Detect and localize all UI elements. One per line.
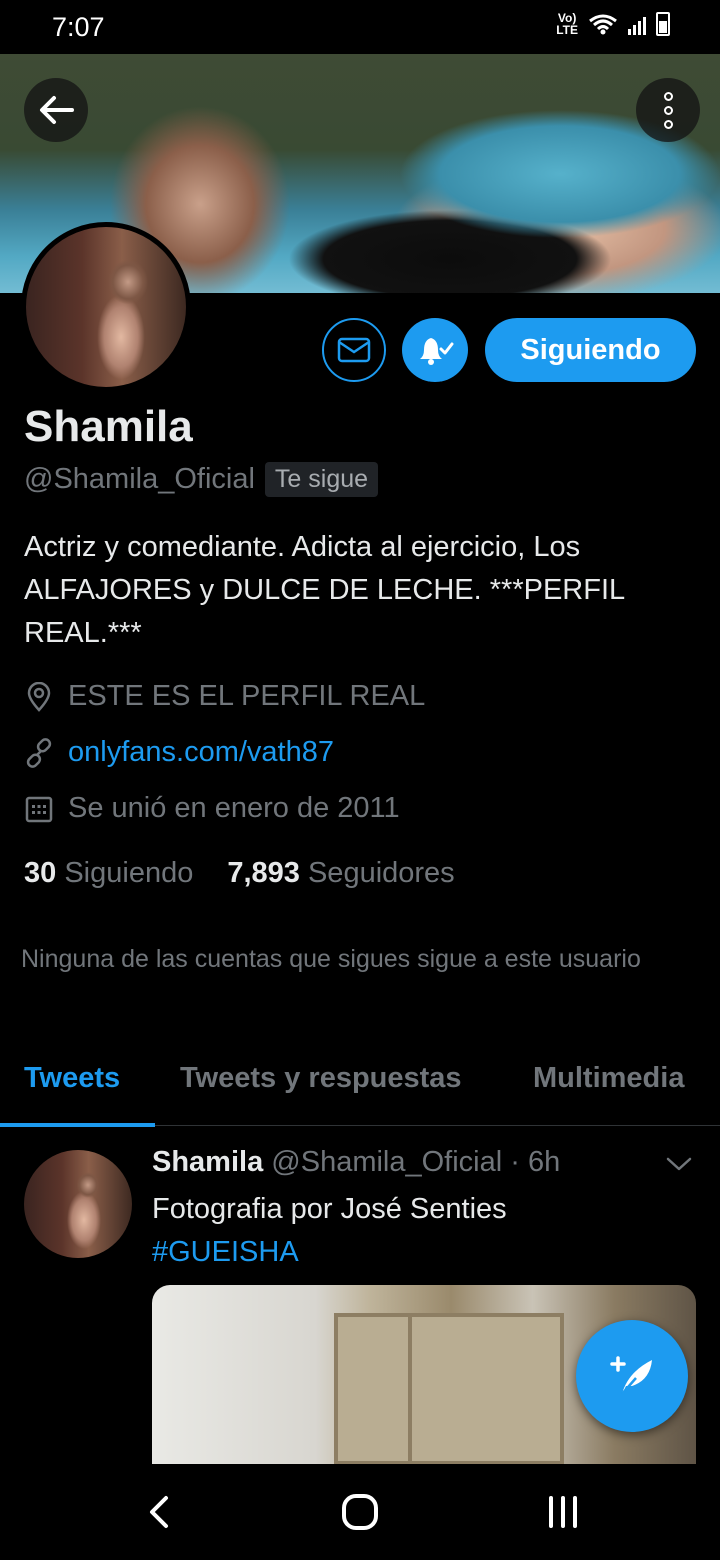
following-count: 30: [24, 857, 57, 889]
tweet-author-name[interactable]: Shamila: [152, 1146, 263, 1178]
back-button[interactable]: [24, 78, 88, 142]
tweet-body: Fotografia por José Senties: [152, 1193, 507, 1225]
follow-counts: 30 Siguiendo 7,893 Seguidores: [24, 857, 455, 890]
vertical-dots-icon: [663, 91, 673, 129]
joined-text: Se unió en enero de 2011: [68, 792, 400, 824]
status-bar: 7:07 Vo) LTE: [0, 0, 720, 54]
profile-handle: @Shamila_Oficial: [24, 463, 255, 495]
tab-tweets[interactable]: Tweets: [24, 1062, 120, 1095]
display-name: Shamila: [24, 402, 193, 451]
compose-tweet-button[interactable]: [576, 1320, 688, 1432]
nav-recents-button[interactable]: [546, 1494, 580, 1535]
profile-bio: Actriz y comediante. Adicta al ejercicio…: [24, 531, 625, 649]
arrow-left-icon: [40, 96, 74, 124]
status-icons: Vo) LTE: [556, 12, 670, 36]
chevron-left-icon: [150, 1496, 168, 1528]
location-pin-icon: [27, 681, 51, 712]
tweet-author-handle: @Shamila_Oficial: [271, 1146, 503, 1178]
tweet-menu-button[interactable]: [666, 1156, 692, 1177]
home-circle-icon: [342, 1494, 378, 1530]
message-button[interactable]: [322, 318, 386, 382]
volte-icon: Vo) LTE: [556, 11, 578, 37]
battery-icon: [656, 12, 670, 36]
profile-website: onlyfans.com/vath87: [24, 736, 334, 769]
website-link[interactable]: onlyfans.com/vath87: [68, 736, 334, 769]
following-button[interactable]: Siguiendo: [485, 318, 696, 382]
tweet-separator: ·: [502, 1146, 528, 1178]
followers-count: 7,893: [227, 857, 300, 889]
following-count-link[interactable]: 30 Siguiendo: [24, 857, 193, 890]
tweet-time: 6h: [527, 1146, 561, 1178]
wifi-icon: [589, 14, 617, 35]
handle-row: @Shamila_Oficial Te sigue: [24, 462, 379, 497]
bell-check-icon: [420, 338, 454, 365]
more-options-button[interactable]: [636, 78, 700, 142]
system-navigation-bar: [0, 1464, 720, 1560]
compose-feather-icon: [610, 1356, 652, 1395]
profile-avatar[interactable]: [21, 222, 191, 392]
recents-icon: [549, 1496, 577, 1528]
profile-screen: 7:07 Vo) LTE Siguiendo Shamila @Shamila_…: [0, 0, 720, 1560]
status-time: 7:07: [52, 12, 105, 42]
followers-count-link[interactable]: 7,893 Seguidores: [227, 857, 454, 890]
follows-you-badge: Te sigue: [264, 462, 379, 497]
calendar-icon: [25, 796, 53, 822]
tweet-hashtag[interactable]: #GUEISHA: [152, 1231, 692, 1274]
mutual-followers-note: Ninguna de las cuentas que sigues sigue …: [21, 945, 641, 973]
active-tab-indicator: [0, 1123, 155, 1127]
chevron-down-icon: [666, 1157, 692, 1171]
nav-home-button[interactable]: [340, 1492, 380, 1537]
link-icon: [26, 737, 52, 768]
profile-location: ESTE ES EL PERFIL REAL: [24, 680, 425, 713]
location-text: ESTE ES EL PERFIL REAL: [68, 680, 426, 712]
notifications-button[interactable]: [402, 318, 468, 382]
profile-tabs: Tweets Tweets y respuestas Multimedia: [0, 1056, 720, 1127]
photo-detail: [334, 1313, 564, 1465]
tweet-header: Shamila @Shamila_Oficial · 6h: [152, 1146, 560, 1179]
tweet-text: Fotografia por José Senties #GUEISHA: [152, 1188, 692, 1274]
tab-media[interactable]: Multimedia: [533, 1062, 684, 1095]
tab-tweets-replies[interactable]: Tweets y respuestas: [180, 1062, 462, 1095]
envelope-icon: [337, 337, 371, 363]
tweet-avatar[interactable]: [24, 1150, 132, 1258]
profile-joined: Se unió en enero de 2011: [24, 792, 400, 825]
nav-back-button[interactable]: [144, 1494, 174, 1535]
followers-label: Seguidores: [307, 857, 455, 889]
following-label: Siguiendo: [64, 857, 194, 889]
signal-icon: [628, 13, 646, 35]
